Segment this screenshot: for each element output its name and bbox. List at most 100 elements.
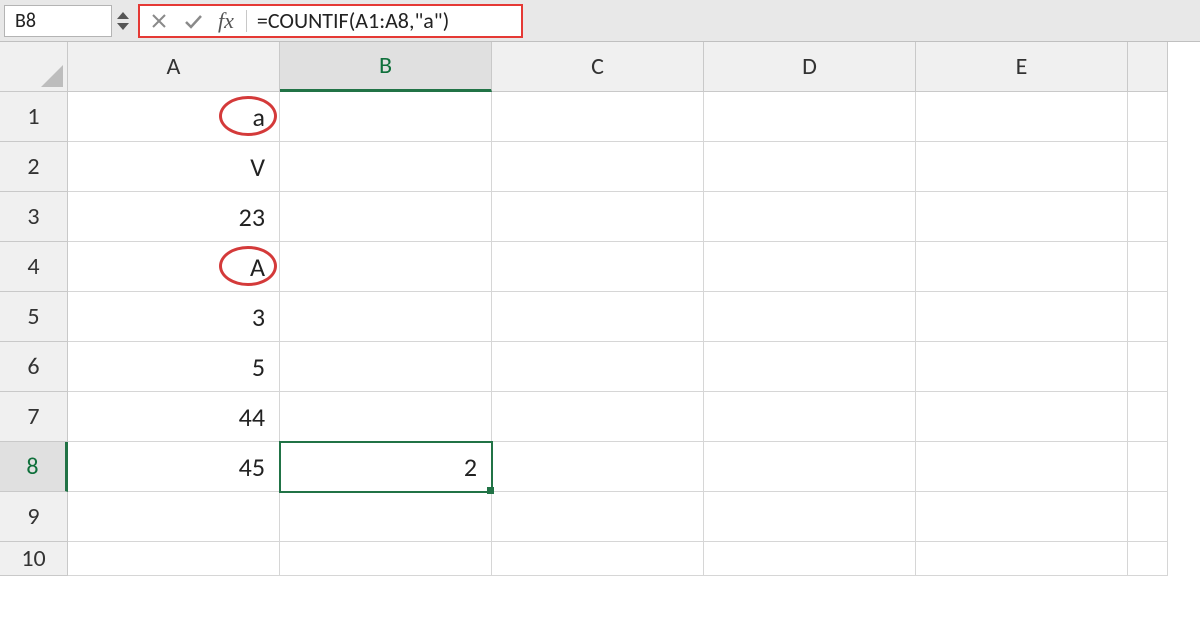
col-header-D[interactable]: D — [704, 42, 916, 92]
cell-F3[interactable] — [1128, 192, 1168, 242]
cell-C2[interactable] — [492, 142, 704, 192]
highlight-circle — [219, 246, 277, 286]
cell-B5[interactable] — [280, 292, 492, 342]
cell-F4[interactable] — [1128, 242, 1168, 292]
cell-F7[interactable] — [1128, 392, 1168, 442]
close-icon — [150, 12, 168, 30]
col-header-C[interactable]: C — [492, 42, 704, 92]
cell-B1[interactable] — [280, 92, 492, 142]
name-box-spinner[interactable] — [116, 11, 134, 31]
cell-B9[interactable] — [280, 492, 492, 542]
cell-F6[interactable] — [1128, 342, 1168, 392]
name-box[interactable]: B8 — [4, 5, 112, 37]
cell-A1[interactable]: a — [68, 92, 280, 142]
cell-A4-value: A — [250, 251, 265, 283]
row-header-1[interactable]: 1 — [0, 92, 68, 142]
cell-A1-value: a — [253, 101, 265, 133]
cell-B8[interactable]: 2 — [280, 442, 492, 492]
row-header-4[interactable]: 4 — [0, 242, 68, 292]
cell-D1[interactable] — [704, 92, 916, 142]
cell-C1[interactable] — [492, 92, 704, 142]
cell-F2[interactable] — [1128, 142, 1168, 192]
row-header-2[interactable]: 2 — [0, 142, 68, 192]
cell-A4[interactable]: A — [68, 242, 280, 292]
cell-C5[interactable] — [492, 292, 704, 342]
col-header-B[interactable]: B — [280, 42, 492, 92]
cell-A2-value: V — [250, 151, 265, 183]
cell-D3[interactable] — [704, 192, 916, 242]
cell-E10[interactable] — [916, 542, 1128, 576]
row-header-10[interactable]: 10 — [0, 542, 68, 576]
cell-D2[interactable] — [704, 142, 916, 192]
cell-E6[interactable] — [916, 342, 1128, 392]
cell-A5[interactable]: 3 — [68, 292, 280, 342]
cell-E5[interactable] — [916, 292, 1128, 342]
cell-C10[interactable] — [492, 542, 704, 576]
cell-A8-value: 45 — [239, 451, 265, 483]
cell-F8[interactable] — [1128, 442, 1168, 492]
enter-button[interactable] — [180, 12, 206, 30]
select-all-triangle-icon — [39, 63, 65, 89]
cell-D4[interactable] — [704, 242, 916, 292]
cell-D10[interactable] — [704, 542, 916, 576]
col-header-E[interactable]: E — [916, 42, 1128, 92]
cell-F1[interactable] — [1128, 92, 1168, 142]
cell-A7[interactable]: 44 — [68, 392, 280, 442]
cell-A2[interactable]: V — [68, 142, 280, 192]
cell-D7[interactable] — [704, 392, 916, 442]
cell-E2[interactable] — [916, 142, 1128, 192]
cell-D5[interactable] — [704, 292, 916, 342]
col-header-tail[interactable] — [1128, 42, 1168, 92]
cell-E1[interactable] — [916, 92, 1128, 142]
row-header-7[interactable]: 7 — [0, 392, 68, 442]
cell-C8[interactable] — [492, 442, 704, 492]
cell-E3[interactable] — [916, 192, 1128, 242]
cell-A10[interactable] — [68, 542, 280, 576]
cell-B2[interactable] — [280, 142, 492, 192]
cell-A3[interactable]: 23 — [68, 192, 280, 242]
cell-B10[interactable] — [280, 542, 492, 576]
cell-D8[interactable] — [704, 442, 916, 492]
cell-C6[interactable] — [492, 342, 704, 392]
row-header-5[interactable]: 5 — [0, 292, 68, 342]
formula-bar: B8 fx =COUNTIF(A1:A8,"a") — [0, 0, 1200, 42]
check-icon — [183, 12, 203, 30]
cell-F9[interactable] — [1128, 492, 1168, 542]
cell-B7[interactable] — [280, 392, 492, 442]
fill-handle[interactable] — [487, 487, 494, 494]
cell-A3-value: 23 — [239, 201, 265, 233]
fx-label[interactable]: fx — [214, 8, 238, 34]
cell-E4[interactable] — [916, 242, 1128, 292]
cell-B4[interactable] — [280, 242, 492, 292]
cell-F10[interactable] — [1128, 542, 1168, 576]
cell-F5[interactable] — [1128, 292, 1168, 342]
cell-A7-value: 44 — [239, 401, 265, 433]
cell-D6[interactable] — [704, 342, 916, 392]
cell-B6[interactable] — [280, 342, 492, 392]
cell-B3[interactable] — [280, 192, 492, 242]
cell-A8[interactable]: 45 — [68, 442, 280, 492]
cell-E7[interactable] — [916, 392, 1128, 442]
cell-E8[interactable] — [916, 442, 1128, 492]
col-header-A[interactable]: A — [68, 42, 280, 92]
row-header-8[interactable]: 8 — [0, 442, 68, 492]
cell-E9[interactable] — [916, 492, 1128, 542]
cell-A5-value: 3 — [252, 301, 265, 333]
cell-A6[interactable]: 5 — [68, 342, 280, 392]
formula-input[interactable]: =COUNTIF(A1:A8,"a") — [255, 7, 515, 34]
row-header-3[interactable]: 3 — [0, 192, 68, 242]
select-all-corner[interactable] — [0, 42, 68, 92]
row-header-6[interactable]: 6 — [0, 342, 68, 392]
cell-A6-value: 5 — [252, 351, 265, 383]
chevron-down-icon[interactable] — [116, 22, 130, 31]
cell-D9[interactable] — [704, 492, 916, 542]
cell-C7[interactable] — [492, 392, 704, 442]
cell-C9[interactable] — [492, 492, 704, 542]
row-header-9[interactable]: 9 — [0, 492, 68, 542]
cell-C3[interactable] — [492, 192, 704, 242]
chevron-up-icon[interactable] — [116, 11, 130, 20]
cell-A9[interactable] — [68, 492, 280, 542]
spreadsheet-grid[interactable]: A B C D E 1 a 2 V 3 23 4 A 5 3 6 5 7 44 — [0, 42, 1200, 592]
cell-C4[interactable] — [492, 242, 704, 292]
cancel-button[interactable] — [146, 12, 172, 30]
